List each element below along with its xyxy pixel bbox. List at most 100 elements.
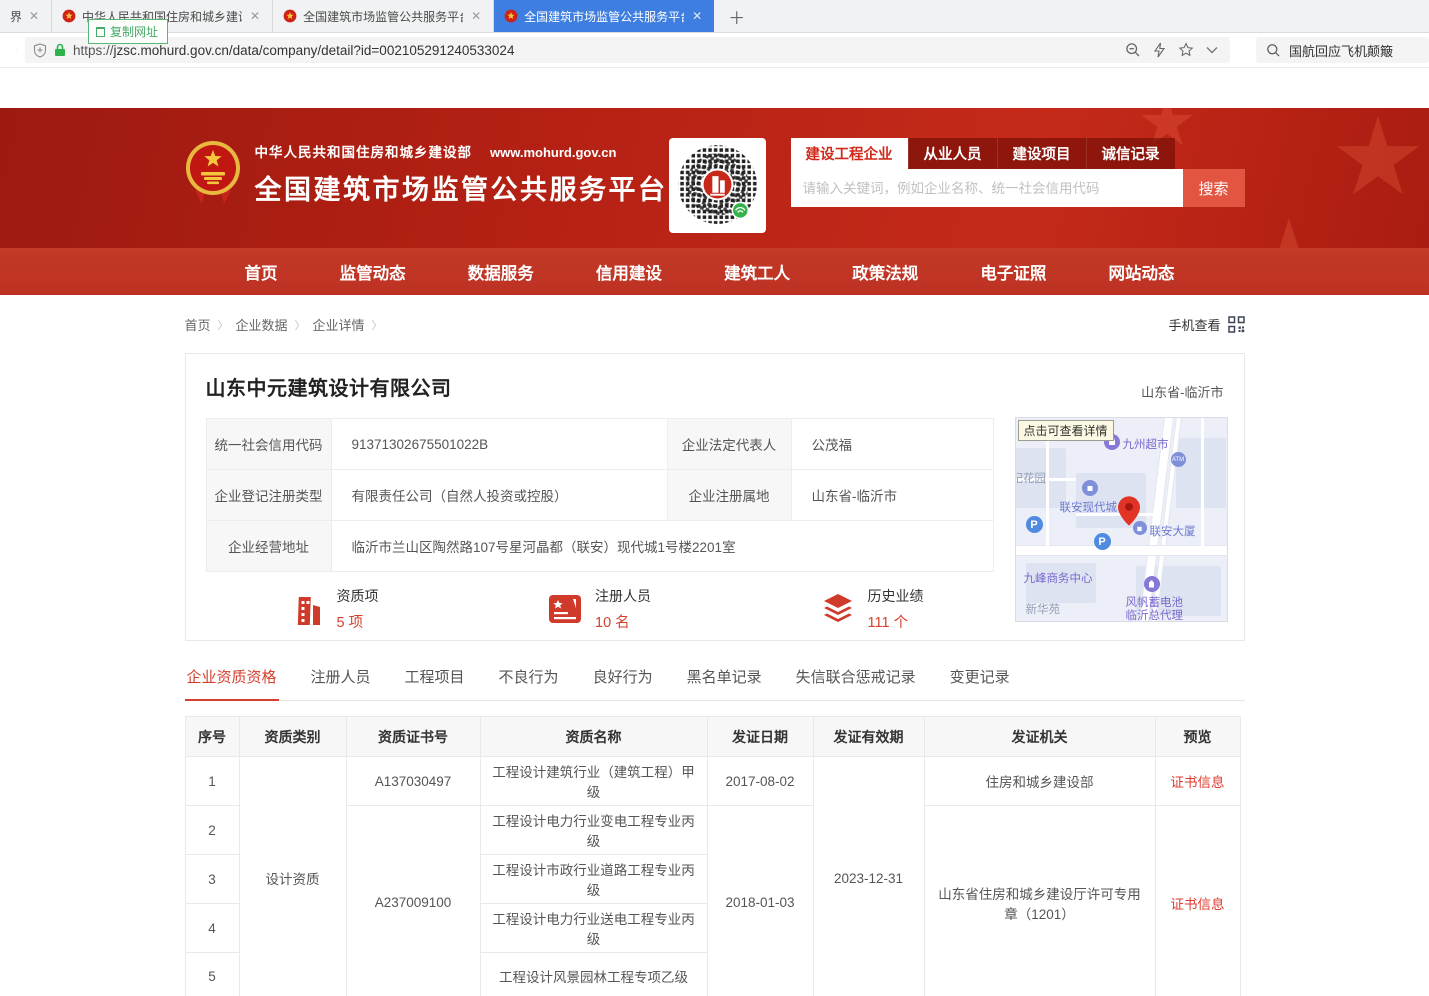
nav-item-supervision[interactable]: 监管动态 [340, 260, 406, 284]
reg-type-label: 企业登记注册类型 [206, 470, 331, 521]
breadcrumb-separator: 〉 [372, 317, 383, 333]
breadcrumb-company-detail[interactable]: 企业详情 [313, 315, 365, 334]
page-top-whitespace [0, 68, 1429, 108]
close-tab-icon[interactable]: ✕ [248, 9, 262, 23]
browser-tab-jzsc-1[interactable]: 全国建筑市场监管公共服务平台 ✕ [273, 0, 494, 32]
tab-title: 全国建筑市场监管公共服务平台 [303, 8, 463, 25]
company-region: 山东省-临沂市 [1141, 382, 1223, 401]
breadcrumb-home[interactable]: 首页 [185, 315, 211, 334]
search-button[interactable]: 搜索 [1183, 169, 1245, 207]
address-label: 企业经营地址 [206, 521, 331, 572]
site-logo[interactable]: 中华人民共和国住房和城乡建设部 www.mohurd.gov.cn 全国建筑市场… [185, 138, 668, 210]
tab-dishonesty-records[interactable]: 失信联合惩戒记录 [794, 666, 918, 700]
nav-item-data-service[interactable]: 数据服务 [468, 260, 534, 284]
parking-icon: P [1094, 533, 1111, 550]
browser-search-input[interactable] [1289, 43, 1419, 58]
lock-icon [54, 43, 66, 57]
map-label-lianan-tower: 联安大厦 [1150, 523, 1196, 539]
credit-code-label: 统一社会信用代码 [206, 419, 331, 470]
site-favicon [283, 9, 297, 23]
map-label-battery-2: 临沂总代理 [1126, 607, 1184, 622]
search-tab-enterprise[interactable]: 建设工程企业 [791, 138, 908, 169]
close-tab-icon[interactable]: ✕ [27, 9, 41, 23]
search-tab-project[interactable]: 建设项目 [997, 138, 1086, 169]
nav-item-home[interactable]: 首页 [245, 260, 278, 284]
browser-window: 界 ✕ 中华人民共和国住房和城乡建设 ✕ 全国建筑市场监管公共服务平台 ✕ 全国… [0, 0, 1429, 996]
mobile-qr-icon[interactable] [1228, 316, 1245, 333]
search-tab-credit[interactable]: 诚信记录 [1086, 138, 1175, 169]
valid-until: 2023-12-31 [813, 757, 924, 996]
favorite-star-icon[interactable] [1178, 42, 1194, 58]
copy-url-tooltip[interactable]: 复制网址 [88, 19, 168, 44]
search-category-tabs: 建设工程企业 从业人员 建设项目 诚信记录 [791, 138, 1245, 169]
browser-tab-jzsc-active[interactable]: 全国建筑市场监管公共服务平台 ✕ [494, 0, 714, 32]
new-tab-icon: ＋ [728, 4, 745, 29]
keyword-search-input[interactable] [791, 169, 1183, 207]
qualification-category: 设计资质 [239, 757, 346, 996]
reg-region-label: 企业注册属地 [667, 470, 791, 521]
search-icon [1266, 43, 1281, 58]
company-info-table: 统一社会信用代码 91371302675501022B 企业法定代表人 公茂福 … [206, 418, 994, 572]
tab-blacklist[interactable]: 黑名单记录 [685, 666, 764, 700]
table-header-row: 序号 资质类别 资质证书号 资质名称 发证日期 发证有效期 发证机关 预览 [185, 717, 1240, 757]
map-label-supermarket: 九州超市 [1123, 436, 1169, 452]
browser-tab-partial[interactable]: 界 ✕ [0, 0, 52, 32]
mobile-view-label[interactable]: 手机查看 [1168, 315, 1220, 334]
stat-registered-personnel[interactable]: 注册人员10 名 [547, 586, 651, 632]
breadcrumb-company-data[interactable]: 企业数据 [236, 315, 288, 334]
map-label-xinhua: 新华苑 [1026, 601, 1061, 617]
tab-enterprise-qualifications[interactable]: 企业资质资格 [185, 666, 279, 701]
reg-type-value: 有限责任公司（自然人投资或控股） [331, 470, 667, 521]
stat-historical-performance[interactable]: 历史业绩111 个 [820, 586, 924, 632]
search-tab-personnel[interactable]: 从业人员 [908, 138, 997, 169]
tab-bad-behavior[interactable]: 不良行为 [497, 666, 561, 700]
flash-icon[interactable] [1153, 42, 1166, 58]
table-row: 1 设计资质 A137030497 工程设计建筑行业（建筑工程）甲级 2017-… [185, 757, 1240, 806]
parking-icon: P [1026, 516, 1043, 533]
nav-item-e-license[interactable]: 电子证照 [980, 260, 1046, 284]
bookmark-star-icon[interactable] [16, 41, 17, 59]
site-header: 中华人民共和国住房和城乡建设部 www.mohurd.gov.cn 全国建筑市场… [0, 108, 1429, 248]
url-field[interactable]: https://jzsc.mohurd.gov.cn/data/company/… [25, 37, 1230, 63]
close-tab-icon[interactable]: ✕ [469, 9, 483, 23]
chevron-down-icon[interactable] [1206, 46, 1218, 54]
browser-search-box[interactable] [1256, 37, 1429, 63]
company-location-map[interactable]: 点击可查看详情 九州超市 ATM 纪花园 联安现代城 联安大厦 P P 九峰商务… [1015, 417, 1228, 622]
nav-item-credit[interactable]: 信用建设 [596, 260, 662, 284]
browser-tab-strip: 界 ✕ 中华人民共和国住房和城乡建设 ✕ 全国建筑市场监管公共服务平台 ✕ 全国… [0, 0, 1429, 33]
close-tab-icon[interactable]: ✕ [690, 9, 704, 23]
certificate-info-link[interactable]: 证书信息 [1155, 806, 1240, 996]
company-stats: 资质项5 项 注册人员10 名 历史业绩111 个 [206, 586, 994, 632]
site-favicon [62, 9, 76, 23]
tab-change-records[interactable]: 变更记录 [948, 666, 1012, 700]
company-name: 山东中元建筑设计有限公司 [206, 372, 452, 401]
tab-good-behavior[interactable]: 良好行为 [591, 666, 655, 700]
qualification-icon [291, 591, 325, 627]
map-label-lianan-city: 联安现代城 [1060, 499, 1118, 515]
site-favicon [504, 9, 518, 23]
breadcrumb: 首页〉 企业数据〉 企业详情〉 手机查看 [185, 315, 1245, 334]
atm-marker-icon: ATM [1171, 452, 1186, 467]
breadcrumb-separator: 〉 [218, 317, 229, 333]
certificate-info-link[interactable]: 证书信息 [1155, 757, 1240, 806]
tab-title: 全国建筑市场监管公共服务平台 [524, 8, 684, 25]
zoom-out-icon[interactable] [1125, 42, 1141, 58]
tab-title: 界 [10, 8, 21, 25]
tab-registered-personnel[interactable]: 注册人员 [309, 666, 373, 700]
nav-item-workers[interactable]: 建筑工人 [724, 260, 790, 284]
address-value: 临沂市兰山区陶然路107号星河晶都（联安）现代城1号楼2201室 [331, 521, 993, 572]
header-search-module: 建设工程企业 从业人员 建设项目 诚信记录 搜索 [791, 138, 1245, 207]
breadcrumb-separator: 〉 [295, 317, 306, 333]
new-tab-button[interactable]: ＋ [714, 0, 759, 32]
map-tooltip: 点击可查看详情 [1018, 420, 1114, 441]
legal-rep-value: 公茂福 [791, 419, 993, 470]
personnel-icon [547, 593, 583, 625]
detail-section-tabs: 企业资质资格 注册人员 工程项目 不良行为 良好行为 黑名单记录 失信联合惩戒记… [185, 666, 1245, 701]
stat-qualifications[interactable]: 资质项5 项 [291, 586, 379, 632]
tab-projects[interactable]: 工程项目 [403, 666, 467, 700]
platform-title: 全国建筑市场监管公共服务平台 [255, 168, 668, 207]
nav-item-site-news[interactable]: 网站动态 [1108, 260, 1174, 284]
nav-item-policy[interactable]: 政策法规 [852, 260, 918, 284]
performance-icon [820, 592, 856, 626]
shield-icon[interactable] [33, 43, 47, 58]
